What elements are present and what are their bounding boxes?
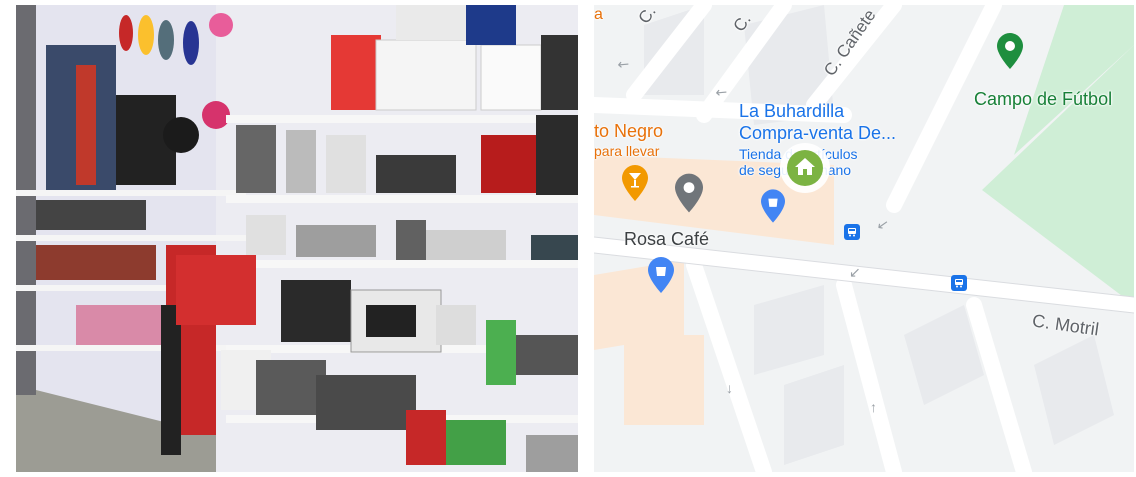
bus-stop-icon[interactable] xyxy=(951,275,967,291)
one-way-arrow-icon: ↙ xyxy=(849,264,861,280)
place-label-rosa-cafe[interactable]: Rosa Café xyxy=(624,229,709,250)
bar-pin-icon[interactable] xyxy=(622,165,648,201)
appliance-store-interior-photo xyxy=(16,5,578,472)
map-view[interactable]: C. C. C. Cañete C. Motril a to Negro par… xyxy=(594,5,1134,472)
one-way-arrow-icon: ↑ xyxy=(870,399,877,415)
place-label-campo-de-futbol[interactable]: Campo de Fútbol xyxy=(974,89,1112,110)
one-way-arrow-icon: ↓ xyxy=(726,380,733,396)
location-pin-icon[interactable] xyxy=(675,173,703,213)
place-label-partial: a xyxy=(594,6,603,23)
store-photo xyxy=(16,5,578,472)
place-label-negro[interactable]: to Negro xyxy=(594,121,663,142)
park-pin-icon[interactable] xyxy=(997,33,1023,69)
place-label-buhardilla[interactable]: La Buhardilla xyxy=(739,101,844,122)
bus-stop-icon[interactable] xyxy=(844,224,860,240)
home-marker-icon[interactable] xyxy=(778,141,832,195)
one-way-arrow-icon: ↙ xyxy=(875,215,891,233)
place-sublabel-para-llevar: para llevar xyxy=(594,143,660,159)
shopping-pin-icon[interactable] xyxy=(648,257,674,293)
